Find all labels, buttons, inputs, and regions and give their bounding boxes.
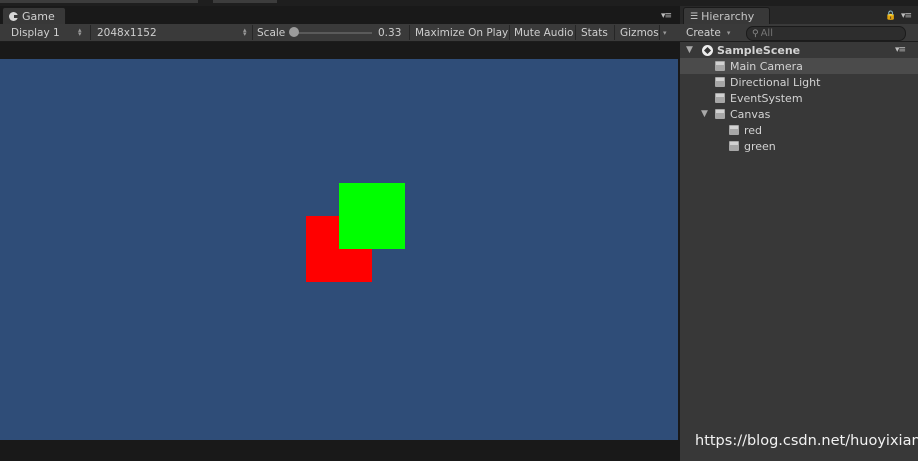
mute-label: Mute Audio	[514, 26, 574, 39]
panel-menu-icon[interactable]: ▾≡	[661, 11, 672, 21]
toolbar-divider	[509, 25, 510, 40]
search-input[interactable]	[758, 28, 891, 39]
toolbar-divider	[614, 25, 615, 40]
game-tab[interactable]: Game	[2, 7, 66, 25]
search-icon: ⚲	[752, 28, 759, 39]
hierarchy-item-green[interactable]: green	[680, 138, 918, 154]
scale-value-text: 0.33	[378, 26, 402, 39]
hierarchy-list-icon: ☰	[690, 11, 699, 22]
maximize-label: Maximize On Play	[415, 26, 509, 39]
watermark-text: https://blog.csdn.net/huoyixian	[695, 433, 918, 449]
create-dropdown-icon: ▾	[726, 28, 731, 37]
expand-arrow-icon[interactable]: ▼	[701, 109, 708, 119]
hierarchy-panel: ☰ Hierarchy 🔒 ▾≡ Create ▾ ⚲ ▼ SampleScen…	[680, 6, 918, 461]
stats-label: Stats	[581, 26, 608, 39]
game-tab-bar: Game ▾≡	[0, 6, 680, 25]
hierarchy-item-label: Main Camera	[730, 59, 803, 73]
unity-scene-icon	[702, 44, 713, 56]
toolbar-divider	[90, 25, 91, 40]
gameobject-cube-icon	[715, 93, 725, 103]
top-strip-segment	[213, 0, 277, 3]
gameobject-cube-icon	[715, 61, 725, 71]
game-icon	[9, 12, 19, 21]
green-square	[339, 183, 405, 249]
gizmos-button[interactable]: Gizmos	[620, 24, 659, 41]
hierarchy-item-label: Canvas	[730, 107, 771, 121]
display-label: Display 1	[11, 26, 60, 39]
hierarchy-item-main-camera[interactable]: Main Camera	[680, 58, 918, 74]
panel-menu-icon[interactable]: ▾≡	[901, 11, 912, 21]
hierarchy-item-red[interactable]: red	[680, 122, 918, 138]
scale-label: Scale	[257, 24, 285, 41]
hierarchy-item-label: Directional Light	[730, 75, 821, 89]
maximize-on-play-button[interactable]: Maximize On Play	[415, 24, 508, 41]
gameobject-cube-icon	[715, 77, 725, 87]
game-viewport[interactable]	[0, 59, 678, 440]
hierarchy-item-directional-light[interactable]: Directional Light	[680, 74, 918, 90]
scale-slider-track[interactable]	[292, 32, 372, 34]
gameobject-cube-icon	[729, 141, 739, 151]
mute-audio-button[interactable]: Mute Audio	[514, 24, 573, 41]
toolbar-divider	[409, 25, 410, 40]
scene-row[interactable]: ▼ SampleScene ▾≡	[680, 42, 918, 58]
gameobject-cube-icon	[715, 109, 725, 119]
hierarchy-item-label: green	[744, 139, 776, 153]
display-updown-icon: ▴ ▾	[78, 26, 82, 38]
hierarchy-list: ▼ SampleScene ▾≡ Main Camera Directional…	[680, 42, 918, 461]
display-dropdown[interactable]: Display 1	[11, 24, 60, 41]
scene-name: SampleScene	[717, 43, 801, 57]
hierarchy-item-label: EventSystem	[730, 91, 803, 105]
game-toolbar: Display 1 ▴ ▾ 2048x1152 ▴ ▾ Scale 0.33 Max…	[0, 24, 680, 42]
create-dropdown[interactable]: Create ▾	[686, 24, 730, 41]
top-strip-segment	[0, 0, 198, 3]
hierarchy-tab[interactable]: ☰ Hierarchy	[683, 7, 770, 25]
hierarchy-tab-label: Hierarchy	[701, 10, 755, 23]
scale-value: 0.33	[378, 24, 401, 41]
game-panel: Game ▾≡ Display 1 ▴ ▾ 2048x1152 ▴ ▾ Scale …	[0, 6, 680, 461]
hierarchy-item-canvas[interactable]: ▼ Canvas	[680, 106, 918, 122]
create-label: Create	[686, 26, 721, 39]
scale-slider-thumb[interactable]	[289, 27, 299, 37]
viewport-letterbox-top	[0, 42, 680, 59]
lock-icon[interactable]: 🔒	[885, 11, 896, 21]
toolbar-divider	[659, 25, 660, 40]
game-tab-label: Game	[22, 10, 55, 23]
gameobject-cube-icon	[729, 125, 739, 135]
toolbar-divider	[575, 25, 576, 40]
viewport-letterbox-bottom	[0, 440, 680, 461]
expand-arrow-icon[interactable]: ▼	[686, 45, 693, 55]
hierarchy-toolbar: Create ▾ ⚲	[680, 24, 918, 42]
gizmos-dropdown-icon[interactable]: ▾	[663, 24, 667, 41]
scene-menu-icon[interactable]: ▾≡	[895, 45, 906, 55]
resolution-updown-icon: ▴ ▾	[243, 26, 247, 38]
stats-button[interactable]: Stats	[581, 24, 608, 41]
resolution-label: 2048x1152	[97, 26, 157, 39]
resolution-dropdown[interactable]: 2048x1152	[97, 24, 157, 41]
gizmos-label: Gizmos	[620, 26, 659, 39]
hierarchy-item-eventsystem[interactable]: EventSystem	[680, 90, 918, 106]
scale-label-text: Scale	[257, 26, 286, 39]
hierarchy-search[interactable]: ⚲	[746, 26, 906, 41]
toolbar-divider	[252, 25, 253, 40]
hierarchy-item-label: red	[744, 123, 763, 137]
